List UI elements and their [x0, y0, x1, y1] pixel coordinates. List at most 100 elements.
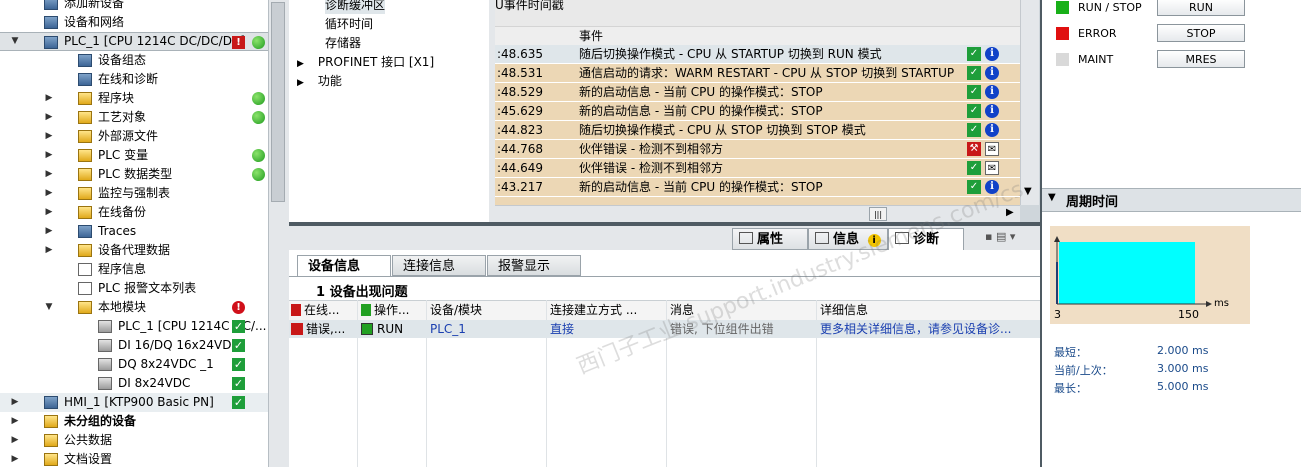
mode-stop-button[interactable]: STOP: [1157, 24, 1245, 42]
nav-item[interactable]: 循环时间: [325, 15, 373, 33]
event-column-header[interactable]: 事件: [579, 27, 603, 44]
col-message[interactable]: 消息: [670, 302, 812, 318]
tree-item[interactable]: ▶ 工艺对象: [0, 108, 268, 127]
info-badge-icon: i: [867, 234, 881, 247]
col-online-status-label: 在线...: [304, 303, 340, 317]
expand-right-icon[interactable]: ▶: [44, 184, 54, 203]
expand-right-icon[interactable]: ▶: [44, 127, 54, 146]
col-online-status[interactable]: 在线...: [291, 302, 353, 318]
tree-item[interactable]: DI 8x24VDC ✓: [0, 374, 268, 393]
tree-item-label: 设备和网络: [64, 15, 125, 29]
tree-item[interactable]: ▶ 监控与强制表: [0, 184, 268, 203]
tab-diagnostics[interactable]: 诊断: [888, 228, 964, 250]
cycle-time-header[interactable]: ▼ 周期时间: [1042, 188, 1301, 212]
tree-item[interactable]: 设备组态: [0, 51, 268, 70]
status-led-icon: [1056, 27, 1069, 40]
row-device-link[interactable]: PLC_1: [430, 321, 542, 337]
events-horizontal-scrollbar[interactable]: ||| ▶: [495, 205, 1020, 223]
col-operating-state[interactable]: 操作...: [361, 302, 423, 318]
events-vertical-scrollbar[interactable]: ▼: [1020, 0, 1039, 205]
row-online-status: 错误,...: [291, 321, 355, 337]
expand-right-icon[interactable]: ▶: [44, 241, 54, 260]
tree-item[interactable]: PLC_1 [CPU 1214C DC/... ✓: [0, 317, 268, 336]
tab-properties[interactable]: 属性: [732, 228, 808, 250]
table-row[interactable]: :44.823 随后切换操作模式 - CPU 从 STOP 切换到 STOP 模式…: [495, 121, 1020, 140]
expand-right-icon[interactable]: ▶: [44, 203, 54, 222]
expand-right-icon[interactable]: ▶: [10, 412, 20, 431]
tree-scrollbar-thumb[interactable]: [271, 2, 285, 202]
tree-item-label: 未分组的设备: [64, 414, 137, 428]
tree-item[interactable]: ▶ 程序块: [0, 89, 268, 108]
expand-right-icon[interactable]: ▶: [44, 222, 54, 241]
tree-item[interactable]: ▶ 设备代理数据: [0, 241, 268, 260]
table-row[interactable]: :44.649 伙伴错误 - 检测不到相邻方 ✓ ✉: [495, 159, 1020, 178]
subtab-alarm-display[interactable]: 报警显示: [487, 255, 581, 276]
tree-item[interactable]: ▶ HMI_1 [KTP900 Basic PN] ✓: [0, 393, 268, 412]
tab-info[interactable]: 信息 i: [808, 228, 888, 250]
nav-item[interactable]: ▶ 功能: [297, 72, 342, 90]
subtab-alarm-display-label: 报警显示: [498, 259, 551, 274]
scroll-right-icon[interactable]: ▶: [1006, 207, 1014, 218]
mode-mres-button[interactable]: MRES: [1157, 50, 1245, 68]
expand-right-icon[interactable]: ▶: [44, 165, 54, 184]
expand-down-icon[interactable]: ▼: [44, 298, 54, 317]
expand-right-icon[interactable]: ▶: [44, 146, 54, 165]
online-ok-icon: [252, 149, 265, 162]
tree-item[interactable]: ▶ Traces: [0, 222, 268, 241]
subtab-device-info[interactable]: 设备信息: [297, 255, 391, 276]
row-connection-link[interactable]: 直接: [550, 321, 662, 337]
tree-item[interactable]: ▼ 本地模块!: [0, 298, 268, 317]
mode-run-button[interactable]: RUN: [1157, 0, 1245, 16]
nav-item[interactable]: 诊断缓冲区: [325, 0, 386, 14]
tree-item[interactable]: ▶ 文档设置: [0, 450, 268, 467]
tree-item[interactable]: DI 16/DQ 16x24VDC ✓: [0, 336, 268, 355]
status-ok-icon: ✓: [967, 47, 981, 61]
expand-right-icon[interactable]: ▶: [44, 108, 54, 127]
nav-item[interactable]: ▶ PROFINET 接口 [X1]: [297, 53, 434, 71]
tree-item[interactable]: ▶ PLC 数据类型: [0, 165, 268, 184]
table-row[interactable]: :44.768 伙伴错误 - 检测不到相邻方 ⚒ ✉: [495, 140, 1020, 159]
tree-item[interactable]: ▶ 公共数据: [0, 431, 268, 450]
tree-item[interactable]: PLC 报警文本列表: [0, 279, 268, 298]
tree-item[interactable]: ▶ PLC 变量: [0, 146, 268, 165]
table-row[interactable]: :43.217 新的启动信息 - 当前 CPU 的操作模式：STOP ✓ i: [495, 178, 1020, 197]
expand-right-icon[interactable]: ▶: [10, 393, 20, 412]
tree-item[interactable]: ▶ 在线备份: [0, 203, 268, 222]
expand-right-icon[interactable]: ▶: [44, 89, 54, 108]
plc-tags-icon: [78, 149, 92, 162]
add-device-icon: [44, 0, 58, 10]
ungrouped-devices-icon: [44, 415, 58, 428]
expand-right-icon[interactable]: ▶: [10, 431, 20, 450]
table-row[interactable]: :48.531 通信启动的请求：WARM RESTART - CPU 从 STOP…: [495, 64, 1020, 83]
tree-item[interactable]: 添加新设备: [0, 0, 268, 13]
tree-item[interactable]: ▶ 外部源文件: [0, 127, 268, 146]
scroll-grip[interactable]: |||: [869, 207, 887, 221]
col-details[interactable]: 详细信息: [820, 302, 1036, 318]
info-icon: i: [985, 123, 999, 137]
row-details-link[interactable]: 更多相关详细信息，请参见设备诊...: [820, 321, 1038, 337]
tree-item[interactable]: ▶ 未分组的设备: [0, 412, 268, 431]
expand-down-icon[interactable]: ▼: [10, 33, 20, 50]
status-ok-icon: ✓: [967, 85, 981, 99]
scroll-down-icon[interactable]: ▼: [1024, 186, 1032, 197]
tree-item[interactable]: ▼ PLC_1 [CPU 1214C DC/DC/DC]!: [0, 32, 268, 51]
col-device-module[interactable]: 设备/模块: [430, 302, 542, 318]
expand-right-icon[interactable]: ▶: [10, 450, 20, 467]
chevron-down-icon[interactable]: ▼: [1048, 192, 1056, 203]
expand-right-icon[interactable]: ▶: [297, 78, 304, 88]
technology-objects-icon: [78, 111, 92, 124]
subtab-connection-info[interactable]: 连接信息: [392, 255, 486, 276]
window-controls-icon[interactable]: ▪ ▤ ▾: [985, 230, 1035, 244]
table-row[interactable]: :45.629 新的启动信息 - 当前 CPU 的操作模式：STOP ✓ i: [495, 102, 1020, 121]
expand-right-icon[interactable]: ▶: [297, 59, 304, 69]
tab-info-label: 信息: [833, 232, 860, 247]
document-settings-icon: [44, 453, 58, 466]
tree-item[interactable]: 程序信息: [0, 260, 268, 279]
tree-item[interactable]: DQ 8x24VDC _1 ✓: [0, 355, 268, 374]
tree-item[interactable]: 设备和网络: [0, 13, 268, 32]
table-row[interactable]: :48.635 随后切换操作模式 - CPU 从 STARTUP 切换到 RUN …: [495, 45, 1020, 64]
tree-item[interactable]: 在线和诊断: [0, 70, 268, 89]
col-connection-type[interactable]: 连接建立方式 ...: [550, 302, 662, 318]
nav-item[interactable]: 存储器: [325, 34, 361, 52]
table-row[interactable]: :48.529 新的启动信息 - 当前 CPU 的操作模式：STOP ✓ i: [495, 83, 1020, 102]
